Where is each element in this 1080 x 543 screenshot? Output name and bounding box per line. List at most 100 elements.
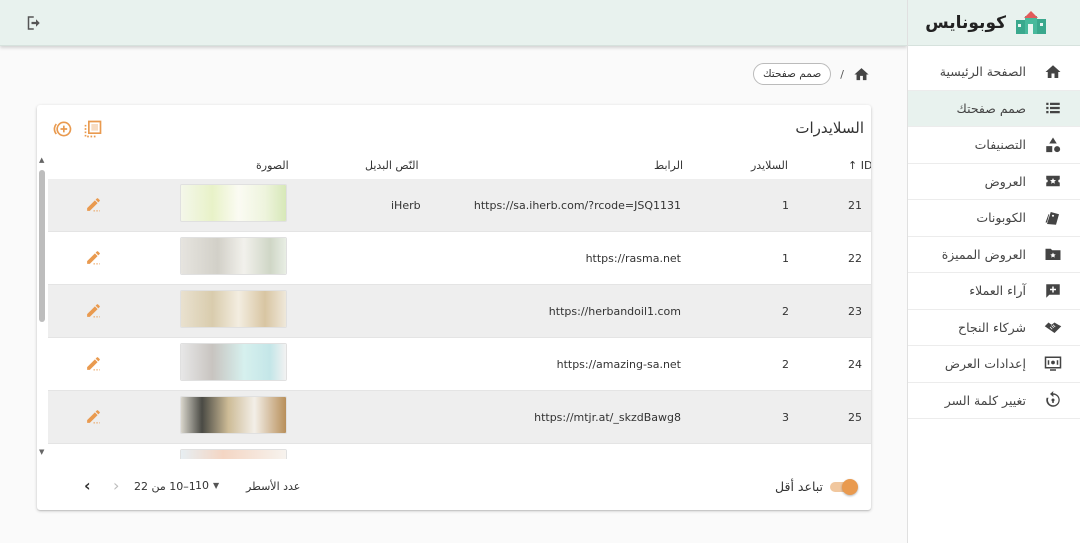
sidebar-item-label: آراء العملاء	[969, 283, 1026, 299]
sidebar-item-label: صمم صفحتك	[956, 100, 1026, 116]
edit-pencil-icon[interactable]	[85, 355, 102, 372]
cell-link: https://rasma.net	[585, 252, 681, 265]
cell-id: 23	[848, 305, 862, 318]
slider-thumbnail	[180, 290, 287, 328]
sidebar-item-design-page[interactable]: صمم صفحتك	[908, 90, 1080, 127]
house-logo-icon	[1016, 10, 1046, 34]
edit-pencil-icon[interactable]	[85, 196, 102, 213]
caret-down-icon: ▼	[213, 481, 220, 490]
column-header-alt-text[interactable]: النّص البديل	[365, 159, 419, 172]
table-row[interactable]: 21 1 https://sa.iherb.com/?rcode=JSQ1131…	[48, 179, 871, 232]
home-icon	[1045, 65, 1061, 78]
offers-icon	[1046, 176, 1060, 187]
table-row[interactable]: 25 3 https://mtjr.at/_skzdBawg8	[48, 391, 871, 444]
table-header: ↑ ID السلايدر الرابط النّص البديل الصورة	[48, 152, 871, 179]
slider-thumbnail	[180, 343, 287, 381]
column-label-id: ID	[860, 159, 871, 172]
sidebar-item-label: العروض المميزة	[941, 246, 1026, 262]
logout-icon[interactable]	[24, 14, 42, 32]
cell-slider: 1	[782, 199, 789, 212]
chevron-left-icon[interactable]: ‹	[84, 476, 91, 495]
table-row[interactable]: 23 2 https://herbandoil1.com	[48, 285, 871, 338]
cell-link: https://herbandoil1.com	[548, 305, 681, 318]
cell-id: 24	[848, 358, 862, 371]
handshake-icon	[1044, 322, 1062, 334]
cell-id: 22	[848, 252, 862, 265]
sidebar-item-label: إعدادات العرض	[944, 356, 1026, 372]
table-title: السلايدرات	[795, 119, 864, 137]
sidebar-item-label: تغيير كلمة السر	[944, 392, 1026, 408]
top-app-bar	[0, 0, 907, 46]
slider-thumbnail	[180, 396, 287, 434]
scroll-down-arrow-icon[interactable]: ▼	[39, 448, 44, 456]
sort-arrow-icon: ↑	[848, 159, 858, 172]
sidebar-item-categories[interactable]: التصنيفات	[908, 127, 1080, 164]
cell-link: https://sa.iherb.com/?rcode=JSQ1131	[473, 199, 681, 212]
table-row[interactable]	[48, 444, 871, 459]
dense-toggle[interactable]	[830, 479, 858, 495]
table-footer: تباعد أقل عدد الأسطر 10 ▼ 1–10 من 22 › ‹	[37, 465, 871, 510]
sliders-table-card: السلايدرات ↑ ID السلايدر الرابط النّص ال…	[37, 105, 871, 510]
cell-slider: 1	[782, 252, 789, 265]
table-row[interactable]: 24 2 https://amazing-sa.net	[48, 338, 871, 391]
breadcrumb-separator: /	[840, 67, 844, 81]
cell-slider: 3	[782, 411, 789, 424]
featured-folder-icon	[1045, 249, 1061, 261]
category-icon	[1046, 137, 1061, 152]
sidebar-item-featured-offers[interactable]: العروض المميزة	[908, 237, 1080, 273]
home-icon[interactable]	[853, 66, 870, 83]
brand-name: كوبونايس	[925, 12, 1006, 33]
edit-pencil-icon[interactable]	[85, 302, 102, 319]
edit-pencil-icon[interactable]	[85, 408, 102, 425]
column-header-slider[interactable]: السلايدر	[751, 159, 788, 172]
sidebar-item-home[interactable]: الصفحة الرئيسية	[908, 54, 1080, 91]
slider-thumbnail	[180, 184, 287, 222]
toggle-knob	[842, 479, 858, 495]
select-all-icon[interactable]	[83, 119, 103, 139]
pagination-range: 1–10 من 22	[134, 480, 196, 493]
cell-slider: 2	[782, 358, 789, 371]
sidebar-item-label: العروض	[984, 173, 1026, 189]
sidebar-item-offers[interactable]: العروض	[908, 164, 1080, 200]
coupons-icon	[1045, 211, 1059, 225]
sidebar-item-display-settings[interactable]: إعدادات العرض	[908, 346, 1080, 383]
display-settings-icon	[1044, 356, 1062, 371]
cell-id: 21	[848, 199, 862, 212]
table-row[interactable]: 22 1 https://rasma.net	[48, 232, 871, 285]
rows-per-page-label: عدد الأسطر	[246, 480, 301, 493]
brand: كوبونايس	[908, 0, 1080, 46]
sidebar-item-label: الكوبونات	[976, 210, 1026, 226]
sidebar-item-change-password[interactable]: تغيير كلمة السر	[908, 383, 1080, 419]
cell-id: 25	[848, 411, 862, 424]
rows-per-page-select[interactable]: 10 ▼	[195, 479, 219, 492]
cell-link: https://mtjr.at/_skzdBawg8	[534, 411, 681, 424]
dense-label: تباعد أقل	[775, 479, 823, 494]
sidebar-item-label: الصفحة الرئيسية	[939, 64, 1026, 80]
breadcrumb: صمم صفحتك /	[752, 63, 870, 85]
slider-thumbnail	[180, 449, 287, 459]
cell-slider: 2	[782, 305, 789, 318]
table-scrollbar[interactable]: ▲ ▼	[37, 152, 48, 458]
rows-per-page-value: 10	[195, 479, 209, 492]
sidebar-item-label: شركاء النجاح	[958, 319, 1026, 335]
cell-link: https://amazing-sa.net	[556, 358, 681, 371]
chevron-right-icon[interactable]: ›	[113, 476, 119, 495]
add-circle-icon[interactable]	[53, 119, 73, 139]
sidebar: كوبونايس الصفحة الرئيسية صمم صفحتك التصن…	[907, 0, 1080, 543]
scrollbar-thumb[interactable]	[39, 170, 45, 322]
sidebar-item-partners[interactable]: شركاء النجاح	[908, 310, 1080, 346]
sidebar-item-coupons[interactable]: الكوبونات	[908, 200, 1080, 237]
sidebar-nav: الصفحة الرئيسية صمم صفحتك التصنيفات العر…	[908, 54, 1080, 419]
column-header-id[interactable]: ↑ ID	[848, 159, 871, 172]
sidebar-item-reviews[interactable]: آراء العملاء	[908, 273, 1080, 310]
review-icon	[1046, 284, 1060, 298]
breadcrumb-current[interactable]: صمم صفحتك	[752, 63, 832, 85]
slider-thumbnail	[180, 237, 287, 275]
column-header-image[interactable]: الصورة	[256, 159, 289, 172]
cell-alt-text: iHerb	[391, 199, 421, 212]
sidebar-item-label: التصنيفات	[974, 137, 1026, 153]
password-reset-icon	[1046, 391, 1060, 407]
edit-pencil-icon[interactable]	[85, 249, 102, 266]
column-header-link[interactable]: الرابط	[654, 159, 683, 172]
scroll-up-arrow-icon[interactable]: ▲	[39, 156, 44, 164]
